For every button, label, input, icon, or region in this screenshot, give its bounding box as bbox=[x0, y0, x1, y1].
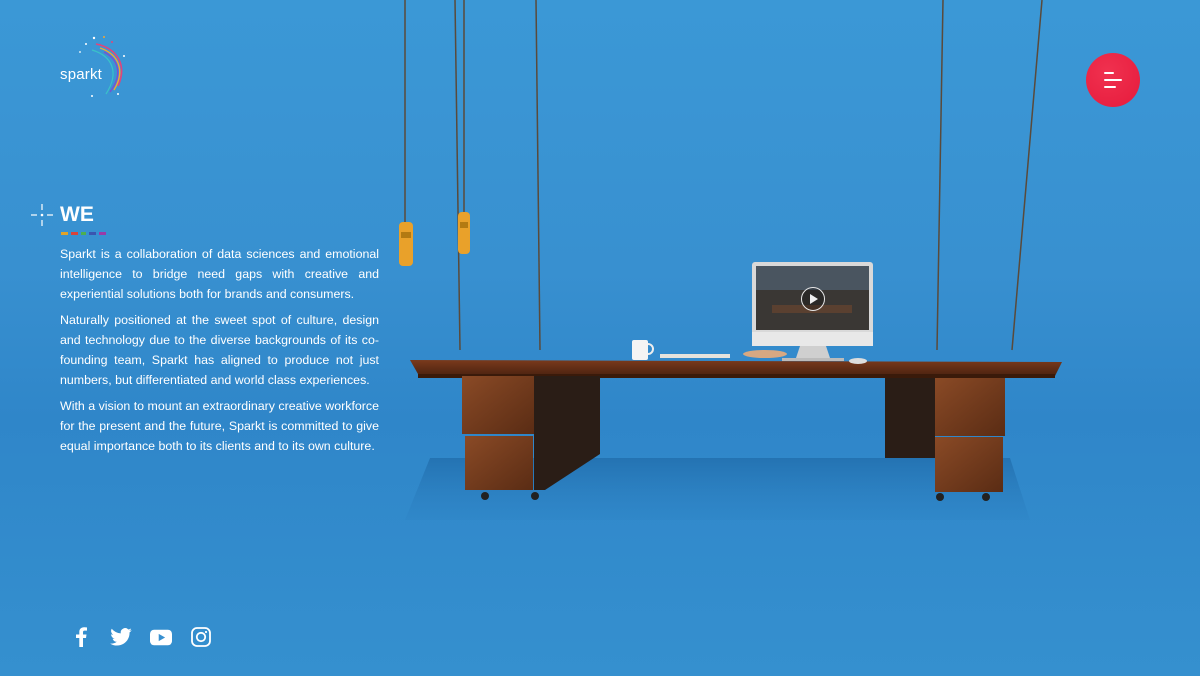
menu-button[interactable] bbox=[1086, 53, 1140, 107]
logo-text: sparkt bbox=[60, 66, 103, 83]
paragraph: Naturally positioned at the sweet spot o… bbox=[60, 313, 379, 387]
social-links bbox=[70, 626, 212, 648]
instagram-icon[interactable] bbox=[190, 626, 212, 648]
twitter-icon[interactable] bbox=[110, 626, 132, 648]
accent-color-strip bbox=[61, 232, 106, 235]
menu-bar bbox=[1104, 79, 1122, 81]
section-copy: Sparkt is a collaboration of data scienc… bbox=[60, 244, 379, 462]
sparkt-logo[interactable]: sparkt bbox=[56, 34, 136, 102]
video-play-button[interactable] bbox=[801, 287, 825, 311]
youtube-icon[interactable] bbox=[150, 626, 172, 648]
accent-dot bbox=[89, 232, 96, 235]
accent-dot bbox=[71, 232, 78, 235]
crosshair-icon bbox=[31, 204, 53, 226]
accent-dot bbox=[61, 232, 68, 235]
section-title: WE bbox=[60, 203, 94, 226]
accent-dot bbox=[81, 232, 86, 235]
hamburger-menu-icon bbox=[1104, 72, 1114, 74]
facebook-icon[interactable] bbox=[70, 626, 92, 648]
section-heading: WE bbox=[31, 203, 94, 227]
paragraph: Sparkt is a collaboration of data scienc… bbox=[60, 247, 379, 301]
menu-bar bbox=[1104, 86, 1116, 88]
accent-dot bbox=[99, 232, 106, 235]
paragraph: With a vision to mount an extraordinary … bbox=[60, 399, 379, 453]
